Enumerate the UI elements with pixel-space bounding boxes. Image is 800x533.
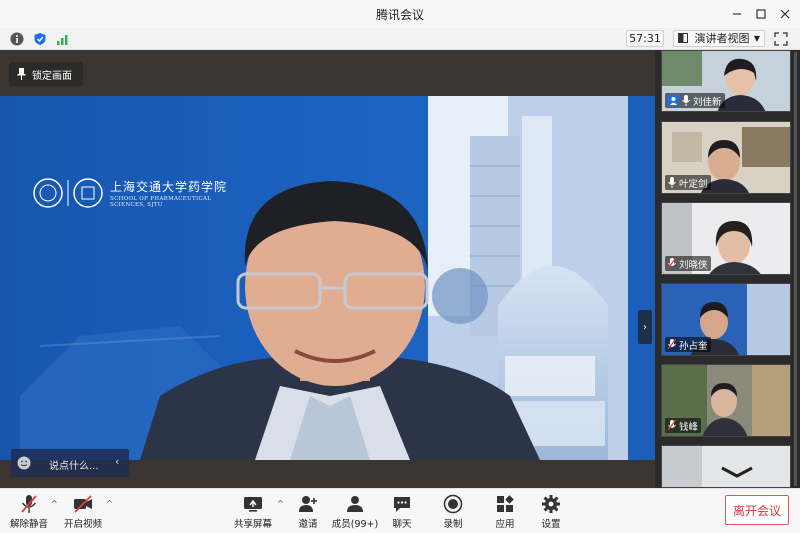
record-icon (443, 494, 463, 514)
settings-label: 设置 (541, 519, 561, 530)
gear-icon (542, 495, 560, 513)
apps-button[interactable]: 应用 (480, 492, 530, 532)
chat-label: 聊天 (392, 519, 412, 530)
participant-name: 钱峰 (679, 421, 699, 433)
info-toolbar: 57:31 演讲者视图 ▼ (0, 28, 800, 50)
participant-nametag: 钱峰 (665, 418, 702, 433)
emoji-icon[interactable] (17, 456, 31, 470)
speaker-video-frame (0, 96, 655, 460)
members-button[interactable]: 成员(99+) (330, 492, 380, 532)
participant-name: 孙占奎 (679, 340, 708, 352)
pin-icon (17, 68, 26, 80)
chat-placeholder: 说点什么... (49, 461, 99, 472)
members-icon (347, 496, 363, 512)
chevron-right-icon: › (643, 321, 647, 333)
leave-meeting-button[interactable]: 离开会议 (725, 495, 789, 525)
meeting-controls: 解除静音 ^ 开启视频 ^ 共享屏幕 ^ 邀请 成员(99+) 聊天 录制 应用… (0, 488, 800, 533)
participant-tile[interactable]: 刘晓侠 (661, 202, 791, 275)
unmute-button[interactable]: 解除静音 (4, 492, 54, 532)
host-icon (668, 95, 679, 106)
title-bar: 腾讯会议 (0, 0, 800, 28)
fullscreen-icon[interactable] (774, 31, 790, 47)
window-title: 腾讯会议 (375, 8, 424, 22)
chevron-up-icon[interactable]: ^ (51, 499, 58, 508)
share-screen-button[interactable]: 共享屏幕 (228, 492, 278, 532)
panel-scrollbar[interactable] (794, 52, 797, 486)
participant-tile[interactable]: 叶定剑 (661, 121, 791, 194)
settings-button[interactable]: 设置 (526, 492, 576, 532)
meeting-timer: 57:31 (626, 30, 664, 47)
close-icon[interactable] (774, 4, 796, 24)
participant-tile[interactable]: 刘佳新 (661, 50, 791, 112)
invite-button[interactable]: 邀请 (283, 492, 333, 532)
participant-name: 刘佳新 (693, 96, 722, 108)
layout-icon (678, 33, 688, 43)
minimize-icon[interactable] (726, 4, 748, 24)
school-logo: 上海交通大学药学院 SCHOOL OF PHARMACEUTICAL SCIEN… (32, 176, 242, 210)
school-name-en: SCHOOL OF PHARMACEUTICAL SCIENCES, SJTU (110, 196, 212, 208)
start-video-label: 开启视频 (63, 519, 102, 530)
signal-icon[interactable] (55, 31, 71, 47)
speaker-video: 上海交通大学药学院 SCHOOL OF PHARMACEUTICAL SCIEN… (0, 96, 655, 460)
chevron-down-icon: ▼ (753, 34, 760, 43)
view-mode-label: 演讲者视图 (694, 32, 750, 45)
school-emblem-icon (33, 178, 103, 208)
school-name-cn: 上海交通大学药学院 (110, 180, 228, 194)
share-screen-icon (244, 497, 262, 512)
record-button[interactable]: 录制 (428, 492, 478, 532)
camera-off-icon (74, 495, 92, 513)
meeting-window: 腾讯会议 57:31 演讲者视图 ▼ 锁定画面 上海交通大学药学院 SCHOOL… (0, 0, 800, 533)
microphone-muted-icon (21, 495, 37, 513)
participant-nametag: 刘晓侠 (665, 256, 711, 271)
invite-label: 邀请 (298, 519, 318, 530)
maximize-icon[interactable] (750, 4, 772, 24)
chevron-left-icon[interactable]: ‹ (115, 455, 119, 468)
chat-icon (394, 497, 410, 512)
info-icon[interactable] (9, 31, 25, 47)
participant-nametag: 孙占奎 (665, 337, 711, 352)
chevron-up-icon[interactable]: ^ (106, 499, 113, 508)
participant-name: 刘晓侠 (679, 259, 708, 271)
microphone-muted-icon (668, 258, 676, 269)
participant-tile[interactable] (661, 445, 791, 488)
lock-view-label: 锁定画面 (32, 70, 72, 82)
chat-button[interactable]: 聊天 (377, 492, 427, 532)
unmute-label: 解除静音 (9, 519, 48, 530)
view-mode-select[interactable]: 演讲者视图 ▼ (673, 30, 765, 47)
participant-panel: 刘佳新 叶定剑 刘晓侠 孙占奎 钱峰 (655, 50, 800, 488)
record-label: 录制 (443, 519, 463, 530)
microphone-muted-icon (668, 420, 676, 431)
add-user-icon (299, 496, 317, 512)
lock-view-button[interactable]: 锁定画面 (9, 62, 83, 86)
collapse-panel-button[interactable]: › (638, 310, 652, 344)
microphone-icon (682, 95, 690, 106)
microphone-icon (668, 177, 676, 188)
shield-icon[interactable] (32, 31, 48, 47)
start-video-button[interactable]: 开启视频 (58, 492, 108, 532)
participant-nametag: 叶定剑 (665, 175, 711, 190)
participant-name: 叶定剑 (679, 178, 708, 190)
apps-icon (497, 495, 514, 512)
members-label: 成员(99+) (331, 519, 379, 530)
share-screen-label: 共享屏幕 (233, 519, 272, 530)
main-stage: 锁定画面 上海交通大学药学院 SCHOOL OF PHARMACEUTICAL … (0, 50, 655, 488)
participant-tile[interactable]: 钱峰 (661, 364, 791, 437)
chat-quick-input[interactable]: 说点什么... ‹ (11, 449, 129, 477)
participant-nametag: 刘佳新 (665, 93, 725, 108)
participant-tile[interactable]: 孙占奎 (661, 283, 791, 356)
microphone-muted-icon (668, 339, 676, 350)
participant-video (662, 446, 790, 487)
apps-label: 应用 (495, 519, 515, 530)
